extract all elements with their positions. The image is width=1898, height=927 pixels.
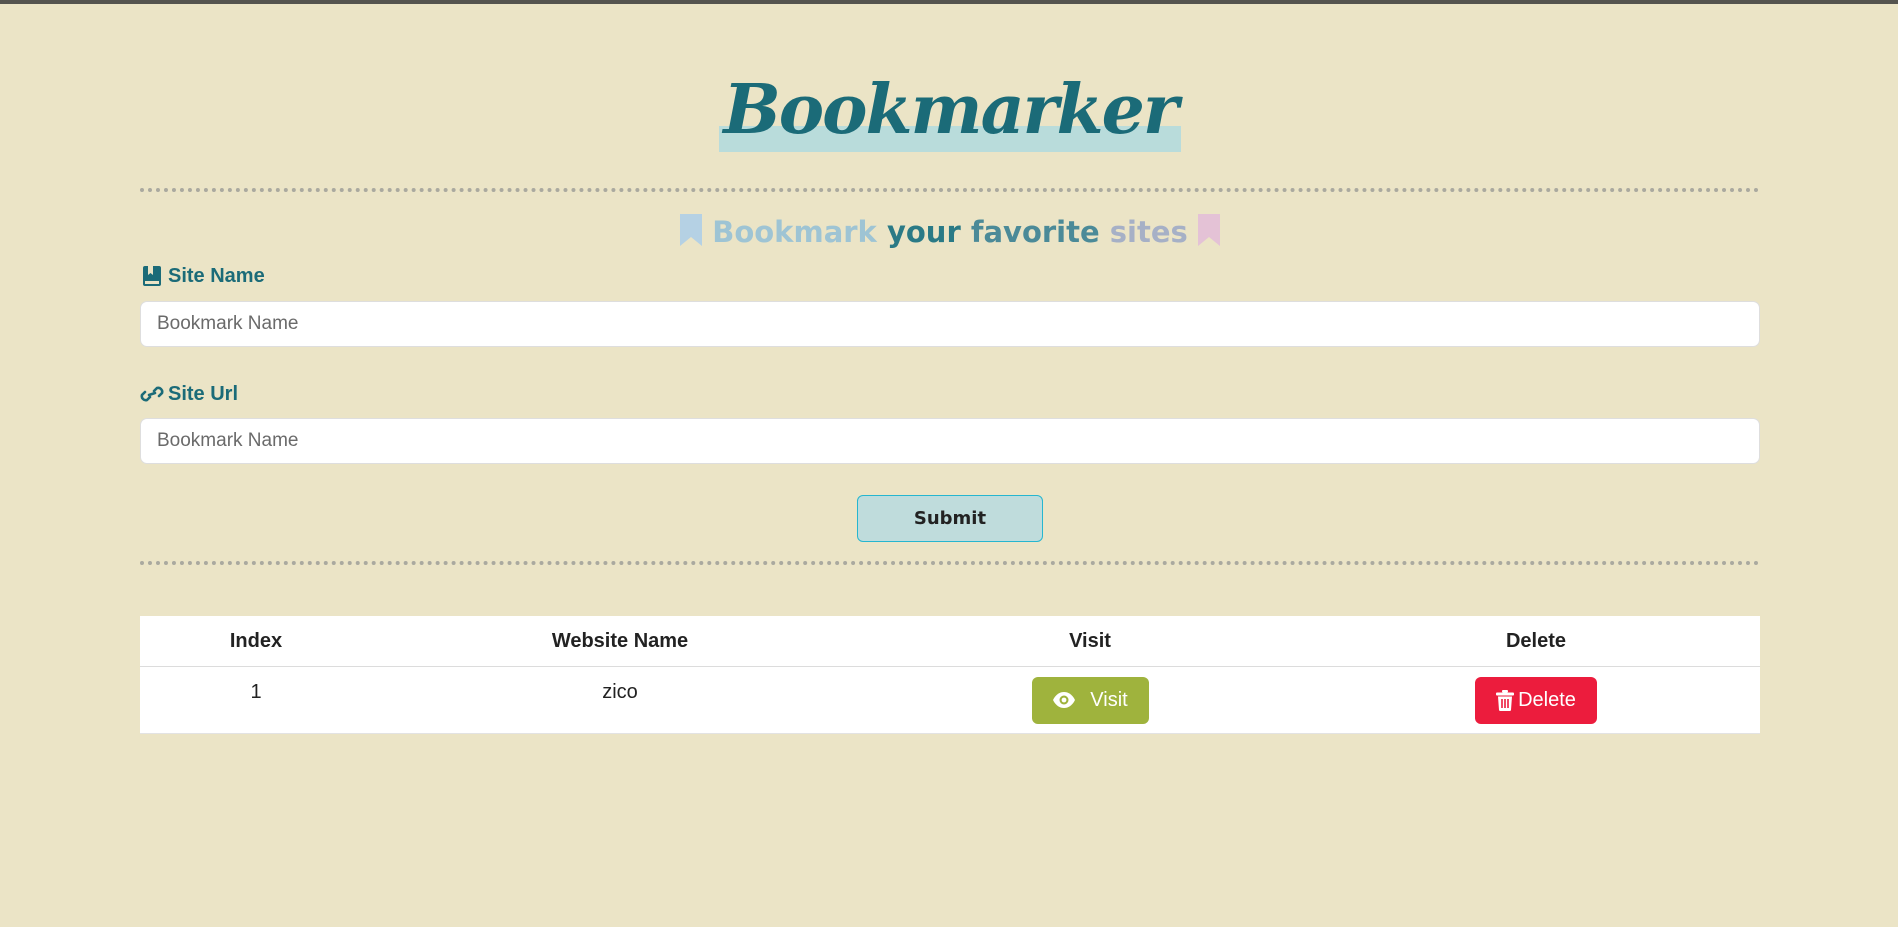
row-name-text: zico (602, 680, 638, 703)
site-name-input[interactable] (140, 301, 1760, 347)
browser-top-edge (0, 0, 1898, 4)
header-index: Index (140, 616, 372, 667)
subtitle-word: sites (1109, 215, 1188, 249)
delete-button[interactable]: Delete (1475, 676, 1597, 724)
header-website-name: Website Name (372, 616, 868, 667)
site-url-input[interactable] (140, 418, 1760, 464)
bookmarks-table: Index Website Name Visit Delete 1 zico V… (140, 616, 1760, 734)
row-index-text: 1 (250, 680, 262, 703)
bottom-divider (140, 561, 1760, 565)
bookmark-icon-left (680, 214, 703, 256)
cell-index: 1 (140, 666, 372, 734)
subtitle-word: Bookmark (712, 215, 877, 249)
subtitle-word: your (886, 215, 961, 249)
subtitle-word: favorite (970, 215, 1100, 249)
table-header-row: Index Website Name Visit Delete (140, 616, 1760, 667)
cell-delete: Delete (1312, 666, 1760, 734)
header-visit: Visit (868, 616, 1312, 667)
table-row: 1 zico Visit Delete (140, 666, 1760, 734)
cell-visit: Visit (868, 666, 1312, 734)
cell-website-name: zico (372, 666, 868, 734)
subtitle: Bookmark your favorite sites (140, 212, 1760, 256)
bookmark-icon-right (1197, 214, 1220, 256)
delete-button-label: Delete (1518, 688, 1576, 711)
page-title: Bookmarker (719, 66, 1181, 154)
link-icon (140, 382, 164, 406)
submit-button[interactable]: Submit (857, 495, 1043, 542)
site-name-label-text: Site Name (168, 265, 265, 287)
trash-icon (1496, 689, 1515, 711)
eye-icon (1052, 691, 1076, 709)
book-bookmark-icon (140, 264, 164, 288)
visit-button[interactable]: Visit (1031, 676, 1149, 724)
visit-button-label: Visit (1090, 688, 1128, 711)
top-divider (140, 188, 1760, 192)
site-name-label: Site Name (140, 262, 265, 290)
site-url-label: Site Url (140, 380, 238, 408)
header-delete: Delete (1312, 616, 1760, 667)
site-url-label-text: Site Url (168, 383, 239, 405)
header: Bookmarker (140, 66, 1760, 156)
page-title-text: Bookmarker (723, 70, 1178, 150)
